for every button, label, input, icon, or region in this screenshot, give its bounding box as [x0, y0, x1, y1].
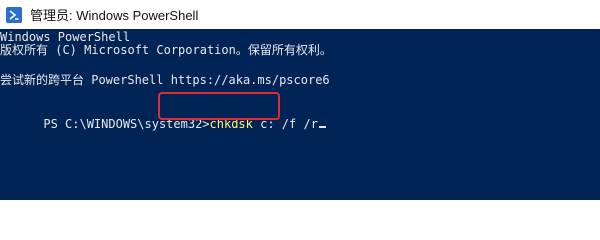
terminal-output[interactable]: Windows PowerShell 版权所有 (C) Microsoft Co… — [0, 29, 600, 200]
terminal-line-2: 版权所有 (C) Microsoft Corporation。保留所有权利。 — [0, 43, 332, 57]
terminal-line-3: 尝试新的跨平台 PowerShell https://aka.ms/pscore… — [0, 73, 330, 87]
text-cursor — [318, 126, 326, 128]
powershell-window: 管理员: Windows PowerShell Windows PowerShe… — [0, 0, 600, 200]
window-title: 管理员: Windows PowerShell — [30, 8, 199, 23]
powershell-icon — [6, 6, 22, 23]
window-titlebar[interactable]: 管理员: Windows PowerShell — [0, 0, 600, 29]
command-highlight-box — [158, 92, 280, 120]
terminal-line-1: Windows PowerShell — [0, 30, 131, 44]
